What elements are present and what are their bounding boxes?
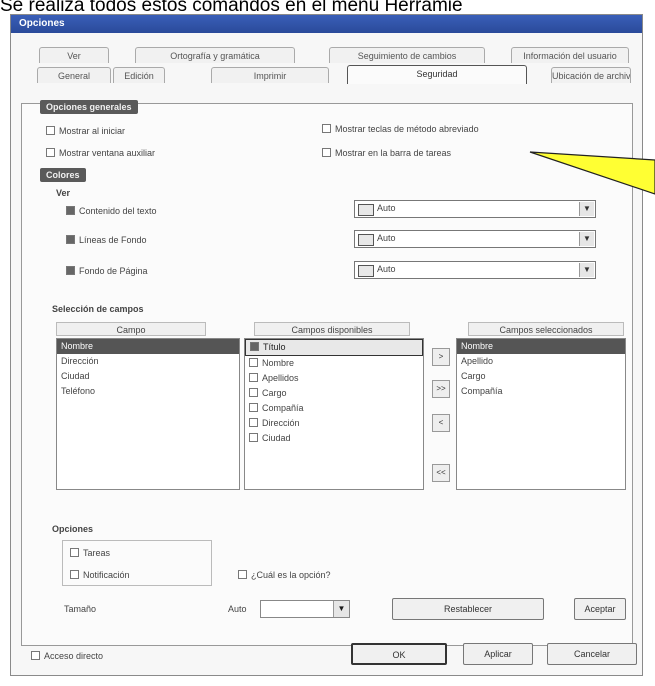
callout-arrow	[529, 151, 655, 195]
callout-shape	[529, 151, 655, 195]
